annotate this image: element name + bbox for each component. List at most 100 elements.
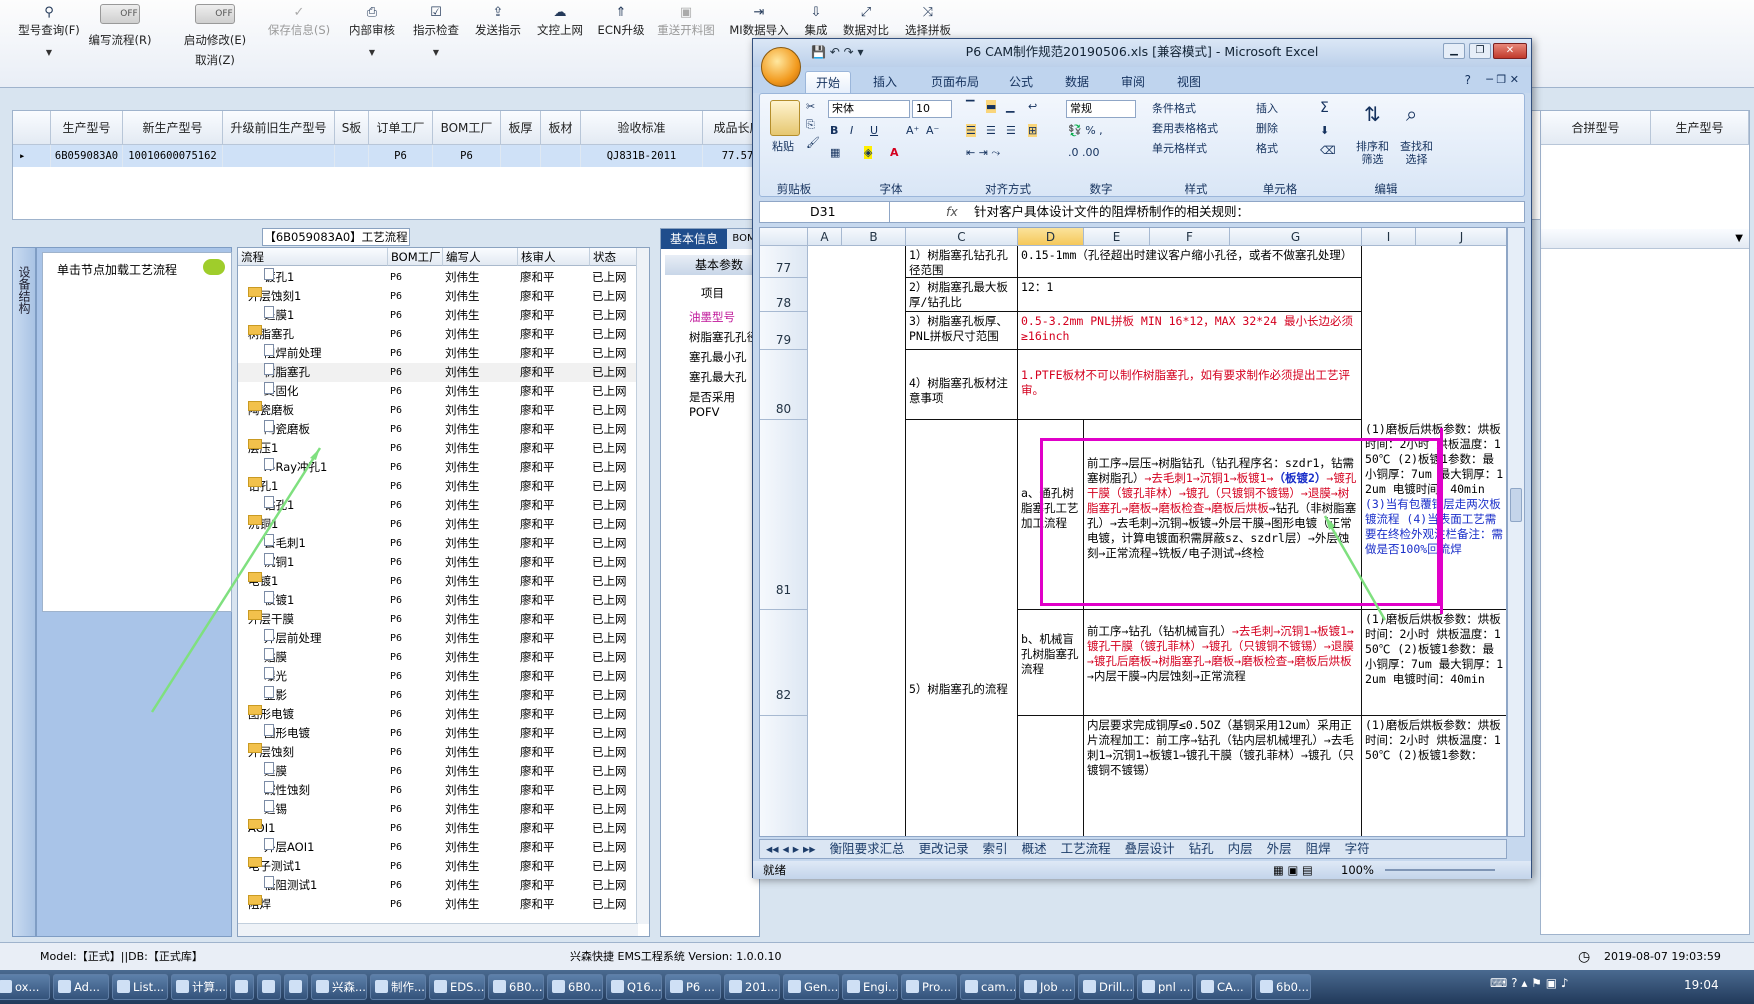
number-format-select[interactable]: 常规: [1066, 100, 1136, 118]
tree-row[interactable]: −外层蚀刻1 P6 刘伟生 廖和平 已上网: [238, 287, 638, 306]
tree-row[interactable]: 树脂塞孔 P6 刘伟生 廖和平 已上网: [238, 363, 638, 382]
indent-icon[interactable]: ⇤ ⇥ ⤳: [966, 146, 1000, 160]
tab-insert[interactable]: 插入: [863, 71, 907, 93]
row-header[interactable]: 81: [760, 420, 808, 610]
merge-icon[interactable]: ⊞: [1028, 124, 1038, 137]
grid-header[interactable]: 新生产型号: [123, 111, 223, 145]
taskbar-item[interactable]: 计算...: [171, 974, 227, 1000]
taskbar-item[interactable]: [284, 974, 308, 1000]
tree-node[interactable]: 陶瓷磨板: [264, 420, 310, 439]
taskbar-item[interactable]: Drill...: [1078, 974, 1134, 1000]
cell-d79[interactable]: 0.5-3.2mm PNL拼板 MIN 16*12，MAX 32*24 最小长边…: [1018, 312, 1362, 350]
grid-header[interactable]: 板厚: [501, 111, 541, 145]
underline-button[interactable]: U: [870, 124, 878, 137]
name-box[interactable]: D31: [760, 202, 890, 222]
tree-node[interactable]: −电子测试1: [248, 857, 301, 876]
tree-row[interactable]: 退膜1 P6 刘伟生 廖和平 已上网: [238, 306, 638, 325]
tree-row[interactable]: 终固化 P6 刘伟生 廖和平 已上网: [238, 382, 638, 401]
sort-filter-button[interactable]: 排序和 筛选: [1356, 140, 1389, 166]
side-tab[interactable]: 设备结构: [12, 247, 36, 937]
sheet-tab[interactable]: 阻焊: [1306, 841, 1331, 856]
cell-c80[interactable]: 4）树脂塞孔板材注意事项: [906, 350, 1018, 420]
cell-c77[interactable]: 1）树脂塞孔钻孔孔径范围: [906, 246, 1018, 278]
grid-header[interactable]: 生产型号: [51, 111, 123, 145]
tree-header[interactable]: 状态: [590, 248, 638, 266]
start-modify-toggle[interactable]: OFF 启动修改(E) 取消(Z): [180, 4, 250, 84]
tree-node[interactable]: −树脂塞孔: [248, 325, 294, 344]
binoculars-icon[interactable]: ⌕: [1406, 102, 1417, 126]
row-header[interactable]: 82: [760, 610, 808, 716]
tree-node[interactable]: 碱性蚀刻: [264, 781, 310, 800]
grid-cell[interactable]: [501, 145, 541, 167]
tree-node[interactable]: −外层蚀刻: [248, 743, 294, 762]
internal-review-button[interactable]: ⎙ 内部审核 ▼: [346, 4, 398, 84]
restore-icon[interactable]: ❐: [1469, 43, 1491, 59]
sheet-tab[interactable]: 衡阻要求汇总: [830, 841, 905, 856]
tree-row[interactable]: −AOI1 P6 刘伟生 廖和平 已上网: [238, 819, 638, 838]
row-header[interactable]: 78: [760, 278, 808, 312]
tab-formulas[interactable]: 公式: [999, 71, 1043, 93]
conditional-format-button[interactable]: 条件格式: [1152, 100, 1196, 116]
zoom-slider[interactable]: [1385, 869, 1495, 871]
tab-review[interactable]: 审阅: [1111, 71, 1155, 93]
fill-icon[interactable]: ⬇: [1320, 124, 1329, 137]
taskbar-item[interactable]: 制作...: [370, 974, 426, 1000]
office-button-icon[interactable]: [761, 47, 801, 87]
sheet-nav-icons[interactable]: ◂◂ ◂ ▸ ▸▸: [766, 841, 816, 856]
font-grow-icon[interactable]: A⁺: [906, 124, 919, 137]
info-item[interactable]: 油墨型号: [689, 309, 735, 325]
sheet-tab[interactable]: 更改记录: [919, 841, 969, 856]
tree-row[interactable]: 退膜 P6 刘伟生 廖和平 已上网: [238, 762, 638, 781]
tree-node[interactable]: −外层蚀刻1: [248, 287, 301, 306]
quick-access-icons[interactable]: 💾 ↶ ↷ ▾: [811, 39, 864, 65]
align-center-icon[interactable]: ☰: [986, 124, 996, 137]
tree-node[interactable]: 终固化: [264, 382, 299, 401]
sort-icon[interactable]: ⇅: [1364, 102, 1381, 126]
grid-header[interactable]: BOM工厂: [433, 111, 501, 145]
scroll-thumb[interactable]: [1510, 488, 1522, 522]
upload-doc-button[interactable]: ☁ 文控上网: [534, 4, 586, 84]
tree-row[interactable]: −电子测试1 P6 刘伟生 廖和平 已上网: [238, 857, 638, 876]
align-middle-icon[interactable]: ▬: [986, 100, 997, 113]
tree-node[interactable]: 退锡: [264, 800, 287, 819]
tree-header[interactable]: 编写人: [443, 248, 518, 266]
find-select-button[interactable]: 查找和 选择: [1400, 140, 1433, 166]
row-header[interactable]: [760, 716, 808, 836]
column-header[interactable]: G: [1230, 228, 1362, 246]
column-header[interactable]: E: [1084, 228, 1150, 246]
taskbar-item[interactable]: EDS...: [429, 974, 485, 1000]
tree-row[interactable]: 外层AOI1 P6 刘伟生 廖和平 已上网: [238, 838, 638, 857]
grid-header[interactable]: 升级前旧生产型号: [223, 111, 335, 145]
info-item[interactable]: 是否采用POFV: [689, 389, 759, 419]
format-cells-button[interactable]: 格式: [1256, 140, 1278, 156]
tree-row[interactable]: 阻焊前处理 P6 刘伟生 廖和平 已上网: [238, 344, 638, 363]
ecn-upgrade-button[interactable]: ⇑ ECN升级: [596, 4, 646, 84]
delete-cells-button[interactable]: 删除: [1256, 120, 1278, 136]
bold-button[interactable]: B: [830, 124, 838, 137]
cell-d83[interactable]: [1018, 716, 1084, 836]
cell-i83[interactable]: (1)磨板后烘板参数：烘板时间：2小时 烘板温度：150℃ (2)板镀1参数：: [1362, 716, 1506, 836]
info-item[interactable]: 塞孔最大孔: [689, 369, 747, 385]
grid-header[interactable]: 订单工厂: [369, 111, 433, 145]
taskbar-item[interactable]: 6b0...: [1255, 974, 1311, 1000]
sheet-tab[interactable]: 内层: [1228, 841, 1253, 856]
formula-input[interactable]: 针对客户具体设计文件的阻焊桥制作的相关规则：: [974, 202, 1514, 222]
grid-header[interactable]: 生产型号: [1651, 111, 1749, 145]
select-all-corner[interactable]: [760, 228, 808, 246]
taskbar-item[interactable]: CA...: [1196, 974, 1252, 1000]
tree-header[interactable]: 流程: [238, 248, 388, 266]
tree-row[interactable]: 镀孔1 P6 刘伟生 廖和平 已上网: [238, 268, 638, 287]
cell-c79[interactable]: 3）树脂塞孔板厚、PNL拼板尺寸范围: [906, 312, 1018, 350]
border-icon[interactable]: ▦: [830, 146, 840, 159]
toggle-switch[interactable]: OFF: [100, 4, 140, 24]
grid-cell[interactable]: P6: [433, 145, 501, 167]
grid-header[interactable]: 板材: [541, 111, 581, 145]
taskbar-item[interactable]: List...: [112, 974, 168, 1000]
align-left-icon[interactable]: ☰: [966, 124, 976, 137]
column-header[interactable]: B: [842, 228, 906, 246]
taskbar-item[interactable]: [257, 974, 281, 1000]
tree-row[interactable]: 陶瓷磨板 P6 刘伟生 廖和平 已上网: [238, 420, 638, 439]
align-top-icon[interactable]: ▔: [966, 100, 974, 113]
decimal-icon[interactable]: .0 .00: [1068, 146, 1100, 159]
grid-header[interactable]: 合拼型号: [1541, 111, 1651, 145]
